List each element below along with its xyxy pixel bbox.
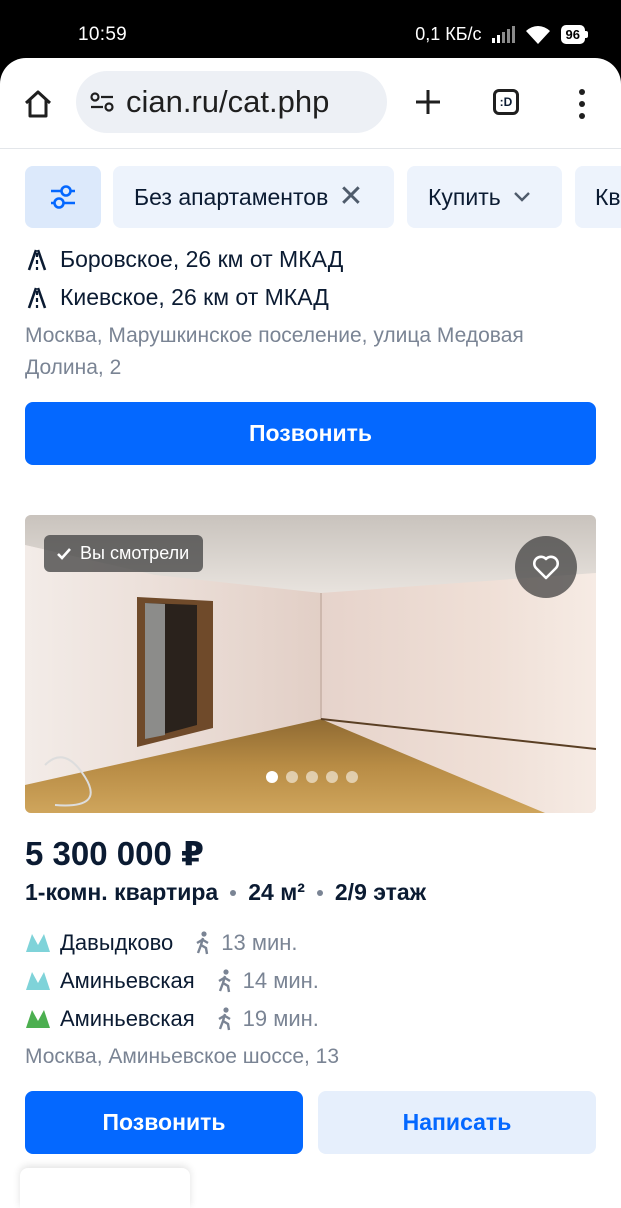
seen-badge-label: Вы смотрели xyxy=(80,543,190,563)
check-icon xyxy=(57,547,71,560)
walking-icon xyxy=(218,1007,231,1031)
pagination-dot[interactable] xyxy=(286,771,298,783)
chip-label: Без апартаментов xyxy=(134,183,329,210)
next-listing-card[interactable] xyxy=(20,1168,190,1208)
listing-area: 24 м² xyxy=(248,879,305,905)
favorite-button[interactable] xyxy=(515,536,577,598)
listing-price: 5 300 000 ₽ xyxy=(25,835,204,872)
walk-time: 14 мин. xyxy=(242,968,319,993)
metro-station: Аминьевская xyxy=(60,968,195,993)
metro-item: Аминьевская 14 мин. xyxy=(25,968,319,994)
photo-pagination xyxy=(266,771,358,783)
listing-address: Москва, Аминьевское шоссе, 13 xyxy=(25,1045,340,1068)
home-icon xyxy=(24,90,52,118)
metro-item: Давыдково 13 мин. xyxy=(25,930,298,956)
heart-icon xyxy=(533,555,559,580)
chip-label: Кв xyxy=(595,183,621,210)
message-button[interactable]: Написать xyxy=(318,1091,596,1154)
chip-label: Купить xyxy=(428,183,501,210)
walk-time: 13 мин. xyxy=(221,930,298,955)
pagination-dot[interactable] xyxy=(346,771,358,783)
browser-toolbar: cian.ru/cat.php :D xyxy=(0,57,621,149)
separator-dot xyxy=(316,889,323,896)
metro-station: Аминьевская xyxy=(60,1006,195,1031)
listing-floor: 2/9 этаж xyxy=(334,879,427,905)
close-icon[interactable]: ✕ xyxy=(338,182,363,212)
metro-icon xyxy=(26,972,50,990)
highway-item: Боровское, 26 км от МКАД xyxy=(25,246,343,273)
filter-chips: Без апартаментов ✕ Купить Кв xyxy=(0,148,621,248)
filter-sliders-icon xyxy=(51,185,75,209)
address-bar[interactable]: cian.ru/cat.php xyxy=(76,71,387,133)
filters-button[interactable] xyxy=(25,166,101,228)
chevron-down-icon xyxy=(513,192,530,202)
highway-icon xyxy=(27,287,47,308)
chip-deal-type[interactable]: Купить xyxy=(407,166,562,228)
plus-icon xyxy=(416,90,440,114)
metro-item: Аминьевская 19 мин. xyxy=(25,1006,319,1032)
metro-icon xyxy=(26,1010,50,1028)
status-indicators: 0,1 КБ/с 96 xyxy=(415,24,589,45)
status-bar: 10:59 0,1 КБ/с 96 xyxy=(0,0,621,58)
pagination-dot[interactable] xyxy=(306,771,318,783)
url-text[interactable]: cian.ru/cat.php xyxy=(126,84,329,120)
call-button[interactable]: Позвонить xyxy=(25,402,596,465)
listing-type: 1-комн. квартира xyxy=(25,879,219,905)
highway-label: Киевское, 26 км от МКАД xyxy=(60,284,329,310)
new-tab-button[interactable] xyxy=(408,82,448,122)
walking-icon xyxy=(218,969,231,993)
seen-badge: Вы смотрели xyxy=(44,535,204,572)
pagination-dot[interactable] xyxy=(326,771,338,783)
status-time: 10:59 xyxy=(78,24,128,45)
signal-icon xyxy=(491,26,515,43)
highway-icon xyxy=(27,249,47,270)
listing-specs: 1-комн. квартира 24 м² 2/9 этаж xyxy=(25,879,426,906)
walk-time: 19 мин. xyxy=(242,1006,319,1031)
listing-address: Москва, Марушкинское поселение, улица Ме… xyxy=(25,324,524,379)
call-button[interactable]: Позвонить xyxy=(25,1091,303,1154)
separator-dot xyxy=(230,889,237,896)
pagination-dot[interactable] xyxy=(266,771,278,783)
menu-icon[interactable] xyxy=(566,84,598,124)
battery-icon: 96 xyxy=(560,25,589,44)
tab-switcher-button[interactable]: :D xyxy=(490,86,522,118)
metro-station: Давыдково xyxy=(60,930,174,955)
metro-icon xyxy=(26,934,50,952)
wifi-icon xyxy=(525,25,550,44)
chip-no-apartments[interactable]: Без апартаментов ✕ xyxy=(113,166,394,228)
tab-switcher-icon: :D xyxy=(493,89,519,115)
walking-icon xyxy=(196,931,209,955)
highway-item: Киевское, 26 км от МКАД xyxy=(25,284,329,311)
network-speed: 0,1 КБ/с xyxy=(415,24,482,44)
listing-photo[interactable]: Вы смотрели xyxy=(25,515,596,813)
chip-room-type[interactable]: Кв xyxy=(575,166,621,228)
site-settings-icon[interactable] xyxy=(88,88,116,116)
home-button[interactable] xyxy=(18,84,58,124)
highway-label: Боровское, 26 км от МКАД xyxy=(60,246,344,272)
